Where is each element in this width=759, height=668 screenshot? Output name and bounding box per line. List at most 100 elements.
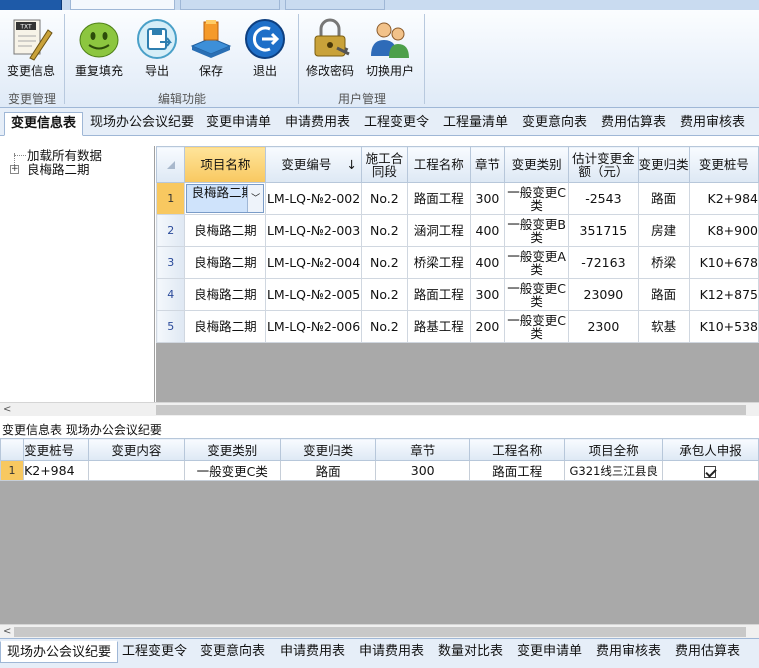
col-header-contractor-declare[interactable]: 承包人申报	[661, 438, 759, 461]
work-cell[interactable]: 路面工程	[406, 182, 471, 215]
chevron-down-icon[interactable]: ﹀	[247, 185, 264, 212]
class-cell[interactable]: 路面	[637, 182, 690, 215]
station-cell[interactable]: K10+678	[688, 246, 759, 279]
col-header-category[interactable]: 变更类别	[183, 438, 281, 461]
chapter-cell[interactable]: 300	[469, 278, 506, 311]
col-header-section[interactable]: 施工合同段	[361, 146, 408, 183]
work-cell[interactable]: 桥梁工程	[406, 246, 471, 279]
switch-user-button[interactable]: 切换用户	[359, 16, 421, 88]
project-cell[interactable]: 良梅路二期	[184, 246, 267, 279]
code-cell[interactable]: LM-LQ-№2-006	[265, 310, 363, 343]
class-cell[interactable]: 桥梁	[637, 246, 690, 279]
btab-change-application[interactable]: 变更申请单	[511, 641, 588, 663]
work-cell[interactable]: 路面工程	[469, 460, 566, 481]
category-cell[interactable]: 一般变更C类	[183, 460, 281, 481]
work-cell[interactable]: 路基工程	[406, 310, 471, 343]
chapter-cell[interactable]: 300	[375, 460, 471, 481]
section-cell[interactable]: No.2	[361, 214, 408, 247]
corner-select-all[interactable]	[0, 438, 25, 461]
save-button[interactable]: 保存	[180, 16, 242, 88]
table-row[interactable]: 5 良梅路二期 LM-LQ-№2-006 No.2 路基工程 200 一般变更C…	[156, 310, 759, 343]
amount-cell[interactable]: -72163	[568, 246, 639, 279]
category-cell[interactable]: 一般变更C类	[504, 278, 570, 311]
row-header[interactable]: 5	[156, 310, 186, 343]
col-header-station[interactable]: 变更桩号	[688, 146, 759, 183]
station-cell[interactable]: K10+538	[688, 310, 759, 343]
table-row[interactable]: 3 良梅路二期 LM-LQ-№2-004 No.2 桥梁工程 400 一般变更A…	[156, 246, 759, 279]
chapter-cell[interactable]: 300	[469, 182, 506, 215]
scroll-left-icon[interactable]: <	[3, 625, 11, 639]
code-cell[interactable]: LM-LQ-№2-005	[265, 278, 363, 311]
section-cell[interactable]: No.2	[361, 278, 408, 311]
work-cell[interactable]: 路面工程	[406, 278, 471, 311]
scrollbar-thumb[interactable]	[156, 405, 746, 415]
col-header-class[interactable]: 变更归类	[279, 438, 377, 461]
section-cell[interactable]: No.2	[361, 310, 408, 343]
code-cell[interactable]: LM-LQ-№2-002	[265, 182, 363, 215]
code-cell[interactable]: LM-LQ-№2-004	[265, 246, 363, 279]
btab-cost-estimate[interactable]: 费用估算表	[669, 641, 746, 663]
ribbon-tab-1[interactable]	[70, 0, 175, 10]
col-header-chapter[interactable]: 章节	[469, 146, 506, 183]
section-cell[interactable]: No.2	[361, 246, 408, 279]
contractor-declare-checkbox[interactable]	[704, 465, 717, 478]
scroll-left-icon[interactable]: <	[3, 403, 11, 417]
btab-change-order[interactable]: 工程变更令	[116, 641, 193, 663]
station-cell[interactable]: K12+875	[688, 278, 759, 311]
amount-cell[interactable]: 351715	[568, 214, 639, 247]
row-header[interactable]: 1	[0, 460, 25, 481]
change-info-button[interactable]: TXT 变更信息	[0, 16, 62, 88]
category-cell[interactable]: 一般变更C类	[504, 182, 570, 215]
col-header-station[interactable]: 变更桩号	[23, 438, 90, 461]
tab-change-intention[interactable]: 变更意向表	[516, 112, 593, 136]
detail-horizontal-scrollbar[interactable]: <	[0, 624, 759, 638]
category-cell[interactable]: 一般变更C类	[504, 310, 570, 343]
expand-icon[interactable]: +	[10, 165, 19, 174]
amount-cell[interactable]: 2300	[568, 310, 639, 343]
table-row[interactable]: 1 K2+984 一般变更C类 路面 300 路面工程 G321线三江县良	[0, 460, 759, 481]
chapter-cell[interactable]: 200	[469, 310, 506, 343]
project-cell[interactable]: 良梅路二期	[184, 310, 267, 343]
station-cell[interactable]: K8+900	[688, 214, 759, 247]
row-header[interactable]: 4	[156, 278, 186, 311]
refill-button[interactable]: 重复填充	[68, 16, 130, 88]
col-header-category[interactable]: 变更类别	[504, 146, 570, 183]
class-cell[interactable]: 软基	[637, 310, 690, 343]
export-button[interactable]: 导出	[126, 16, 188, 88]
content-cell[interactable]	[88, 460, 185, 481]
tab-bill-of-quantities[interactable]: 工程量清单	[437, 112, 514, 136]
amount-cell[interactable]: -2543	[568, 182, 639, 215]
scrollbar-thumb[interactable]	[14, 627, 746, 637]
class-cell[interactable]: 路面	[637, 278, 690, 311]
change-password-button[interactable]: 修改密码	[299, 16, 361, 88]
col-header-code[interactable]: 变更编号 ↓	[265, 146, 363, 183]
row-header[interactable]: 3	[156, 246, 186, 279]
chapter-cell[interactable]: 400	[469, 246, 506, 279]
chapter-cell[interactable]: 400	[469, 214, 506, 247]
tab-change-application[interactable]: 变更申请单	[200, 112, 277, 136]
col-header-class[interactable]: 变更归类	[637, 146, 690, 183]
table-row[interactable]: 4 良梅路二期 LM-LQ-№2-005 No.2 路面工程 300 一般变更C…	[156, 278, 759, 311]
project-cell[interactable]: 良梅路二期 ﹀	[184, 182, 267, 215]
row-header[interactable]: 2	[156, 214, 186, 247]
col-header-amount[interactable]: 估计变更金额（元）	[568, 146, 639, 183]
amount-cell[interactable]: 23090	[568, 278, 639, 311]
row-header[interactable]: 1	[156, 182, 186, 215]
fullname-cell[interactable]: G321线三江县良	[564, 460, 663, 481]
project-cell[interactable]: 良梅路二期	[184, 278, 267, 311]
tab-meeting-minutes[interactable]: 现场办公会议纪要	[84, 112, 200, 136]
tab-change-info[interactable]: 变更信息表	[4, 112, 84, 136]
btab-cost-review[interactable]: 费用审核表	[590, 641, 667, 663]
station-cell[interactable]: K2+984	[688, 182, 759, 215]
btab-application-cost-2[interactable]: 申请费用表	[353, 641, 430, 663]
category-cell[interactable]: 一般变更A类	[504, 246, 570, 279]
btab-quantity-compare[interactable]: 数量对比表	[432, 641, 509, 663]
table-row[interactable]: 2 良梅路二期 LM-LQ-№2-003 No.2 涵洞工程 400 一般变更B…	[156, 214, 759, 247]
project-combo[interactable]: 良梅路二期 ﹀	[186, 184, 265, 213]
tab-change-order[interactable]: 工程变更令	[358, 112, 435, 136]
project-cell[interactable]: 良梅路二期	[184, 214, 267, 247]
tab-cost-review[interactable]: 费用审核表	[674, 112, 751, 136]
ribbon-tab-2[interactable]	[180, 0, 280, 10]
ribbon-tab-3[interactable]	[285, 0, 385, 10]
main-horizontal-scrollbar[interactable]: <	[0, 402, 759, 416]
